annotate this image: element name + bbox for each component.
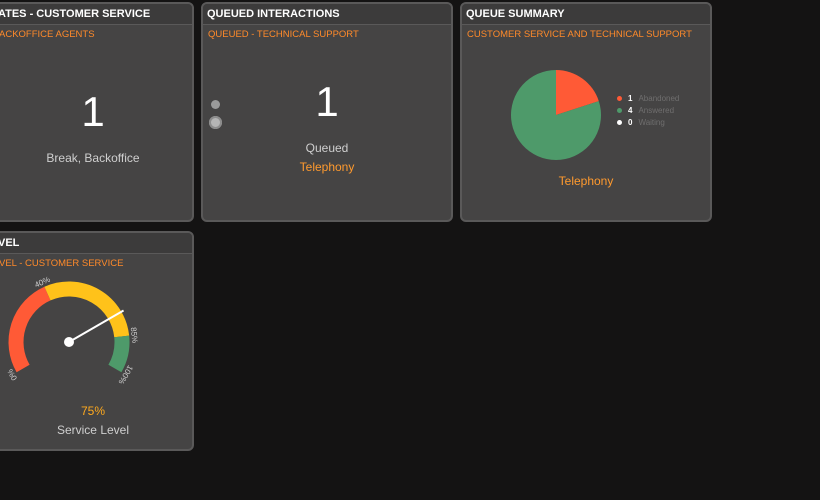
queue-pie-chart: [511, 70, 601, 160]
agent-count: 1: [81, 88, 105, 135]
legend-dot-icon: [617, 96, 622, 102]
channel-label: Telephony: [299, 160, 355, 174]
queued-interactions-panel: QUEUED INTERACTIONS QUEUED - TECHNICAL S…: [201, 2, 453, 222]
queued-count: 1: [315, 78, 339, 125]
gauge-band-green: [108, 335, 130, 373]
gauge-band-yellow: [44, 281, 130, 338]
gauge-band-red: [8, 286, 51, 373]
legend-dot-icon: [617, 120, 622, 126]
legend-dot-icon: [617, 108, 622, 114]
gauge-tick-label: 85%: [129, 327, 140, 344]
panel-title: ATES - CUSTOMER SERVICE: [0, 4, 192, 25]
legend-item-abandoned: 1 Abandoned: [617, 94, 679, 103]
agent-states-panel: ATES - CUSTOMER SERVICE ACKOFFICE AGENTS…: [0, 2, 194, 222]
service-level-panel: VEL VEL - CUSTOMER SERVICE 0% 40% 85% 100% …: [0, 231, 194, 451]
service-level-caption: Service Level: [56, 423, 130, 437]
panel-subtitle: CUSTOMER SERVICE AND TECHNICAL SUPPORT: [467, 29, 692, 40]
queued-caption: Queued: [305, 141, 349, 155]
gauge-hub: [64, 337, 74, 347]
service-level-value: 75%: [80, 404, 106, 418]
panel-title: VEL: [0, 233, 192, 254]
agent-state-caption: Break, Backoffice: [46, 151, 140, 165]
legend-item-answered: 4 Answered: [617, 106, 674, 115]
pie-legend: 1 Abandoned 4 Answered 0 Waiting: [617, 94, 707, 134]
panel-subtitle: QUEUED - TECHNICAL SUPPORT: [208, 29, 359, 40]
legend-item-waiting: 0 Waiting: [617, 118, 665, 127]
queue-summary-panel: QUEUE SUMMARY CUSTOMER SERVICE AND TECHN…: [460, 2, 712, 222]
service-level-gauge: 0%40%85%100%: [6, 275, 140, 386]
panel-subtitle: ACKOFFICE AGENTS: [0, 29, 95, 40]
panel-title: QUEUE SUMMARY: [462, 4, 710, 25]
panel-title: QUEUED INTERACTIONS: [203, 4, 451, 25]
channel-label: Telephony: [558, 174, 614, 188]
